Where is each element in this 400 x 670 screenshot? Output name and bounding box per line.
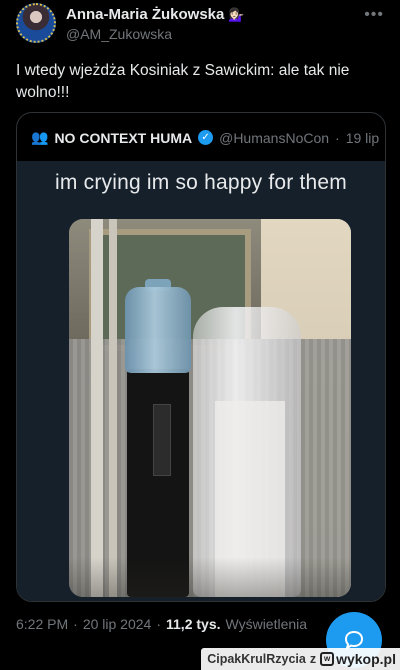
watermark-user: CipakKrulRzycia	[207, 652, 306, 666]
tweet-date[interactable]: 20 lip 2024	[83, 616, 152, 632]
water-bottle	[125, 287, 191, 373]
photo-shadow	[69, 557, 351, 597]
avatar-stars-ring	[16, 3, 56, 43]
quoted-date: 19 lip	[345, 129, 380, 146]
tweet-time[interactable]: 6:22 PM	[16, 616, 68, 632]
wykop-watermark: CipakKrulRzycia z w wykop.pl	[201, 648, 400, 670]
watermark-site: wykop.pl	[336, 651, 396, 667]
author-emoji: 💁🏻‍♀️	[228, 6, 245, 22]
water-cooler-tap	[153, 404, 171, 476]
meta-sep-2: ·	[156, 616, 161, 632]
tweet-meta: 6:22 PM · 20 lip 2024 · 11,2 tys. Wyświe…	[16, 616, 307, 632]
author-handle[interactable]: @AM_Zukowska	[66, 26, 172, 42]
wykop-logo-icon: w	[320, 652, 335, 666]
quoted-media[interactable]: im crying im so happy for them	[17, 161, 385, 601]
views-count: 11,2 tys.	[166, 616, 221, 632]
more-options-icon[interactable]: •••	[364, 6, 384, 24]
community-people-icon: 👥	[31, 129, 49, 145]
views-label: Wyświetlenia	[225, 616, 308, 632]
verified-badge-icon: ✓	[198, 130, 214, 145]
author-name-row: Anna-Maria Żukowska 💁🏻‍♀️	[66, 6, 245, 23]
quoted-author-name: NO CONTEXT HUMA	[54, 129, 193, 146]
quoted-tweet[interactable]: 👥 NO CONTEXT HUMA ✓ @HumansNoCon · 19 li…	[16, 112, 386, 602]
photo-pipe	[91, 219, 103, 597]
tweet-text: I wtedy wjeżdża Kosiniak z Sawickim: ale…	[16, 62, 350, 101]
author-avatar[interactable]	[16, 3, 56, 43]
water-cooler-photo[interactable]	[69, 219, 351, 597]
wykop-logo: w wykop.pl	[320, 651, 396, 667]
media-caption: im crying im so happy for them	[55, 171, 347, 194]
meta-sep-1: ·	[73, 616, 78, 632]
watermark-via: z	[309, 652, 317, 666]
author-name[interactable]: Anna-Maria Żukowska	[66, 6, 224, 23]
quoted-author-handle: @HumansNoCon	[219, 129, 330, 146]
quoted-dot: ·	[335, 129, 340, 146]
photo-pipe-2	[109, 219, 117, 597]
quoted-header: 👥 NO CONTEXT HUMA ✓ @HumansNoCon · 19 li…	[31, 129, 381, 146]
